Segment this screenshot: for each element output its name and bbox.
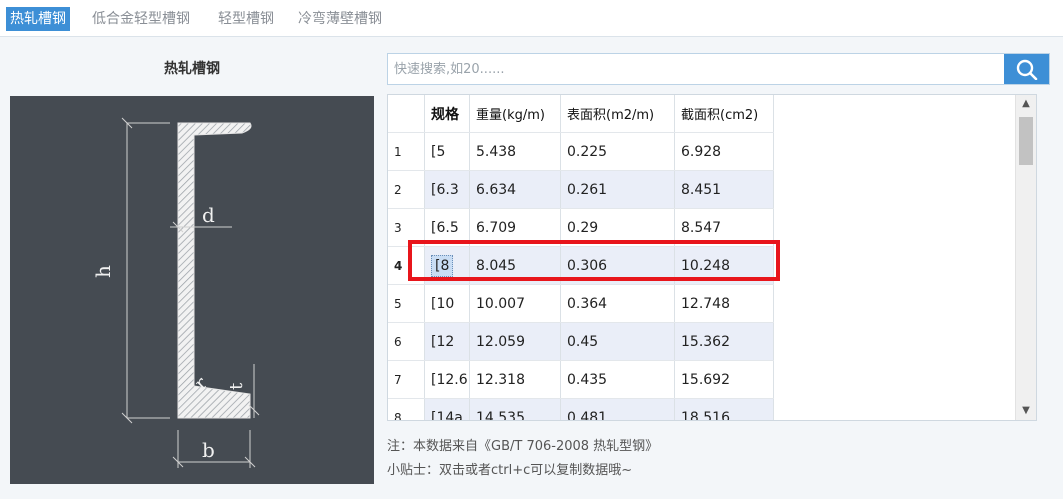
search-button[interactable] [1004, 54, 1049, 84]
tab-low-alloy-light-channel[interactable]: 低合金轻型槽钢 [88, 7, 194, 31]
label-b: b [202, 438, 215, 462]
cell-surface[interactable]: 0.261 [560, 170, 675, 209]
channel-section-drawing: h d r t b [91, 117, 260, 468]
column-header-spec[interactable]: 规格 [424, 95, 470, 133]
row-index-header [388, 95, 425, 133]
row-index: 8 [388, 398, 425, 420]
row-index: 6 [388, 322, 425, 361]
cell-spec[interactable]: [5 [424, 132, 470, 171]
cell-spec[interactable]: [6.5 [424, 208, 470, 247]
cell-spec[interactable]: [12 [424, 322, 470, 361]
column-header-surface[interactable]: 表面积(m2/m) [560, 95, 675, 133]
cell-surface[interactable]: 0.306 [560, 246, 675, 285]
label-h: h [91, 265, 115, 278]
column-header-section[interactable]: 截面积(cm2) [674, 95, 774, 133]
cell-spec[interactable]: [14a [424, 398, 470, 420]
table-row[interactable]: 7 [12.6 12.318 0.435 15.692 [388, 360, 774, 399]
tab-hot-rolled-channel[interactable]: 热轧槽钢 [6, 7, 70, 31]
table-row[interactable]: 3 [6.5 6.709 0.29 8.547 [388, 208, 774, 247]
cell-surface[interactable]: 0.364 [560, 284, 675, 323]
tip-note: 小贴士：双击或者ctrl+c可以复制数据哦~ [387, 463, 633, 478]
scroll-down-icon[interactable]: ▼ [1016, 402, 1036, 420]
cell-surface[interactable]: 0.45 [560, 322, 675, 361]
scroll-up-icon[interactable]: ▲ [1016, 95, 1036, 113]
cell-weight[interactable]: 10.007 [469, 284, 561, 323]
cell-spec[interactable]: [6.3 [424, 170, 470, 209]
cell-section[interactable]: 15.362 [674, 322, 774, 361]
label-d: d [202, 203, 215, 227]
channel-profile [177, 122, 252, 419]
row-index: 3 [388, 208, 425, 247]
cell-section[interactable]: 10.248 [674, 246, 774, 285]
table-row[interactable]: 6 [12 12.059 0.45 15.362 [388, 322, 774, 361]
table-row[interactable]: 2 [6.3 6.634 0.261 8.451 [388, 170, 774, 209]
steel-data-table: 规格 重量(kg/m) 表面积(m2/m) 截面积(cm2) 1 [5 5.43… [387, 94, 1037, 421]
vertical-scrollbar[interactable]: ▲ ▼ [1015, 95, 1036, 420]
row-index: 5 [388, 284, 425, 323]
cell-weight[interactable]: 6.709 [469, 208, 561, 247]
data-source-note: 注：本数据来自《GB/T 706-2008 热轧型钢》 [387, 439, 659, 454]
table-row[interactable]: 1 [5 5.438 0.225 6.928 [388, 132, 774, 171]
cell-surface[interactable]: 0.225 [560, 132, 675, 171]
search-icon [1016, 59, 1038, 80]
cell-spec[interactable]: [10 [424, 284, 470, 323]
search-input[interactable] [388, 54, 1002, 84]
cell-weight[interactable]: 12.059 [469, 322, 561, 361]
cell-weight[interactable]: 14.535 [469, 398, 561, 420]
search-box [387, 53, 1050, 85]
cell-section[interactable]: 8.451 [674, 170, 774, 209]
cell-spec-selected[interactable]: [8 [424, 246, 470, 285]
cell-section[interactable]: 15.692 [674, 360, 774, 399]
tab-light-channel[interactable]: 轻型槽钢 [214, 7, 278, 31]
table-header-row: 规格 重量(kg/m) 表面积(m2/m) 截面积(cm2) [388, 95, 774, 133]
selected-cell-text: [8 [431, 254, 454, 277]
tab-bar: 热轧槽钢 低合金轻型槽钢 轻型槽钢 冷弯薄壁槽钢 [0, 0, 1063, 37]
label-t: t [226, 382, 247, 390]
row-index: 4 [388, 246, 425, 285]
cell-surface[interactable]: 0.435 [560, 360, 675, 399]
table-row-selected[interactable]: 4 [8 8.045 0.306 10.248 [388, 246, 774, 285]
cell-weight[interactable]: 8.045 [469, 246, 561, 285]
cell-spec[interactable]: [12.6 [424, 360, 470, 399]
row-index: 7 [388, 360, 425, 399]
column-header-weight[interactable]: 重量(kg/m) [469, 95, 561, 133]
cell-surface[interactable]: 0.481 [560, 398, 675, 420]
cell-weight[interactable]: 6.634 [469, 170, 561, 209]
cell-section[interactable]: 6.928 [674, 132, 774, 171]
channel-steel-diagram: h d r t b [10, 96, 374, 484]
cell-surface[interactable]: 0.29 [560, 208, 675, 247]
cell-section[interactable]: 12.748 [674, 284, 774, 323]
row-index: 1 [388, 132, 425, 171]
section-title: 热轧槽钢 [164, 61, 220, 77]
row-index: 2 [388, 170, 425, 209]
tab-cold-formed-channel[interactable]: 冷弯薄壁槽钢 [294, 7, 386, 31]
cell-section[interactable]: 18.516 [674, 398, 774, 420]
table-row[interactable]: 8 [14a 14.535 0.481 18.516 [388, 398, 774, 420]
scrollbar-thumb[interactable] [1019, 117, 1033, 165]
cell-section[interactable]: 8.547 [674, 208, 774, 247]
table-row[interactable]: 5 [10 10.007 0.364 12.748 [388, 284, 774, 323]
cell-weight[interactable]: 5.438 [469, 132, 561, 171]
cell-weight[interactable]: 12.318 [469, 360, 561, 399]
